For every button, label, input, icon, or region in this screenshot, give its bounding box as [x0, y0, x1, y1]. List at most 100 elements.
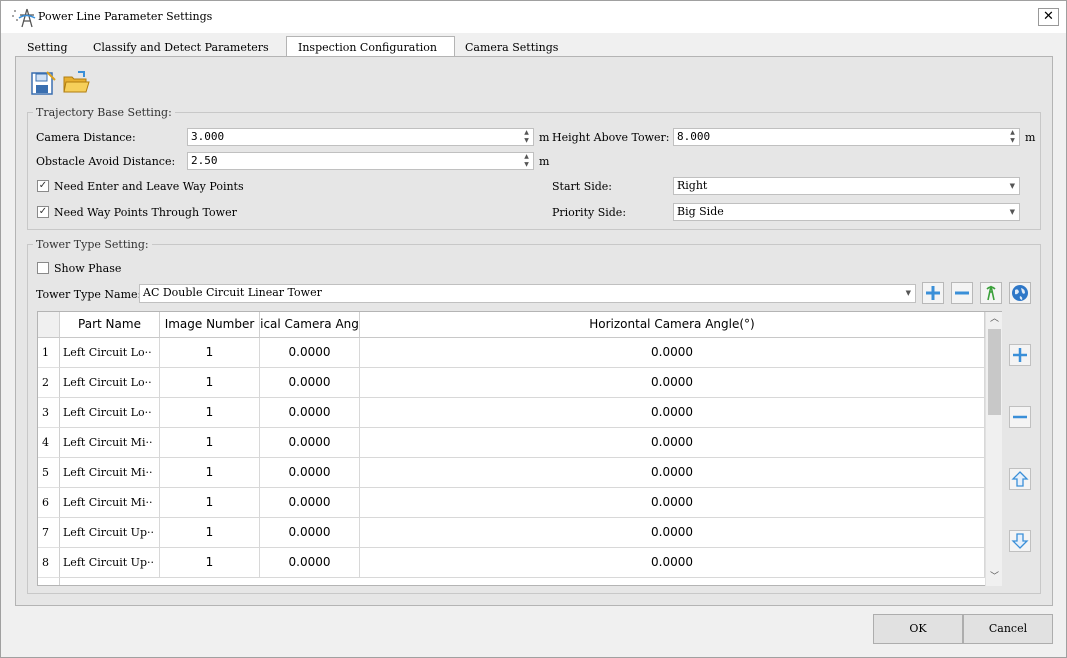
- cell-horizontal-angle[interactable]: 0.0000: [360, 488, 985, 518]
- need-through-tower-checkbox[interactable]: ✓: [37, 206, 49, 218]
- cell-image-number[interactable]: 1: [160, 428, 260, 458]
- chevron-down-icon: ▼: [1009, 182, 1015, 190]
- spin-arrows-icon[interactable]: ▲ ▼: [522, 153, 531, 169]
- cell-image-number[interactable]: 1: [160, 398, 260, 428]
- cell-part-name[interactable]: Left Circuit Mi··: [60, 428, 160, 458]
- priority-side-label: Priority Side:: [552, 206, 627, 219]
- add-tower-type-button[interactable]: [922, 282, 944, 304]
- start-side-value: Right: [677, 179, 708, 192]
- column-header-image-number[interactable]: Image Number: [160, 312, 260, 338]
- row-number-partial[interactable]: [38, 578, 60, 585]
- obstacle-avoid-distance-value: 2.50: [191, 154, 218, 167]
- cell-vertical-angle[interactable]: 0.0000: [260, 488, 360, 518]
- row-number[interactable]: 3: [38, 398, 60, 428]
- cell-horizontal-angle[interactable]: 0.0000: [360, 548, 985, 578]
- title-bar[interactable]: Power Line Parameter Settings ✕: [1, 1, 1066, 33]
- cell-part-name[interactable]: Left Circuit Mi··: [60, 458, 160, 488]
- ok-button[interactable]: OK: [873, 614, 963, 644]
- obstacle-avoid-distance-unit: m: [539, 155, 550, 168]
- cell-image-number[interactable]: 1: [160, 338, 260, 368]
- cell-vertical-angle[interactable]: 0.0000: [260, 458, 360, 488]
- open-folder-button[interactable]: [61, 68, 91, 98]
- camera-distance-value: 3.000: [191, 130, 225, 143]
- cell-image-number[interactable]: 1: [160, 488, 260, 518]
- spin-arrows-icon[interactable]: ▲ ▼: [522, 129, 531, 145]
- cell-part-name[interactable]: Left Circuit Up··: [60, 548, 160, 578]
- show-phase-label: Show Phase: [54, 262, 122, 275]
- column-header-part-name[interactable]: Part Name: [60, 312, 160, 338]
- spin-arrows-icon[interactable]: ▲ ▼: [1008, 129, 1017, 145]
- save-button[interactable]: [29, 68, 59, 98]
- column-header-horizontal-camera-angle[interactable]: Horizontal Camera Angle(°): [360, 312, 985, 338]
- add-row-button[interactable]: [1009, 344, 1031, 366]
- cell-image-number[interactable]: 1: [160, 458, 260, 488]
- window-title: Power Line Parameter Settings: [38, 10, 213, 23]
- tab-label: Camera Settings: [465, 41, 559, 54]
- tab-classify-detect[interactable]: Classify and Detect Parameters: [93, 39, 269, 57]
- remove-row-button[interactable]: [1009, 406, 1031, 428]
- cell-horizontal-angle[interactable]: 0.0000: [360, 368, 985, 398]
- tab-camera-settings[interactable]: Camera Settings: [465, 39, 558, 57]
- parts-table[interactable]: Part Name Image Number ical Camera Ang H…: [37, 311, 1002, 586]
- globe-button[interactable]: [1009, 282, 1031, 304]
- cell-vertical-angle[interactable]: 0.0000: [260, 518, 360, 548]
- cell-part-name[interactable]: Left Circuit Up··: [60, 518, 160, 548]
- priority-side-select[interactable]: Big Side ▼: [673, 203, 1020, 221]
- scroll-up-icon[interactable]: ︿: [986, 312, 1003, 327]
- cell-part-name[interactable]: Left Circuit Lo··: [60, 338, 160, 368]
- trajectory-group-title: Trajectory Base Setting:: [33, 106, 175, 119]
- row-number[interactable]: 2: [38, 368, 60, 398]
- tab-inspection-configuration[interactable]: Inspection Configuration: [286, 36, 455, 56]
- close-button[interactable]: ✕: [1038, 8, 1059, 26]
- remove-tower-type-button[interactable]: [951, 282, 973, 304]
- cell-part-name[interactable]: Left Circuit Mi··: [60, 488, 160, 518]
- cell-image-number[interactable]: 1: [160, 518, 260, 548]
- cell-part-name[interactable]: Left Circuit Lo··: [60, 368, 160, 398]
- height-above-tower-input[interactable]: 8.000 ▲ ▼: [673, 128, 1020, 146]
- column-header-vertical-camera-angle[interactable]: ical Camera Ang: [260, 312, 360, 338]
- tab-setting[interactable]: Setting: [27, 39, 68, 57]
- scroll-down-icon[interactable]: ﹀: [986, 570, 1003, 585]
- table-corner[interactable]: [38, 312, 60, 338]
- cell-vertical-angle[interactable]: 0.0000: [260, 428, 360, 458]
- cell-image-number[interactable]: 1: [160, 548, 260, 578]
- start-side-select[interactable]: Right ▼: [673, 177, 1020, 195]
- cell-image-number[interactable]: 1: [160, 368, 260, 398]
- move-row-up-button[interactable]: [1009, 468, 1031, 490]
- obstacle-avoid-distance-input[interactable]: 2.50 ▲ ▼: [187, 152, 534, 170]
- plus-icon: [926, 286, 940, 300]
- row-number[interactable]: 1: [38, 338, 60, 368]
- cell-vertical-angle[interactable]: 0.0000: [260, 338, 360, 368]
- row-number[interactable]: 5: [38, 458, 60, 488]
- row-number[interactable]: 6: [38, 488, 60, 518]
- minus-icon: [955, 291, 969, 295]
- cancel-button[interactable]: Cancel: [963, 614, 1053, 644]
- tab-label: Setting: [27, 41, 68, 54]
- cell-vertical-angle[interactable]: 0.0000: [260, 368, 360, 398]
- checkmark-icon: ✓: [38, 206, 48, 217]
- table-vertical-scrollbar[interactable]: ︿ ﹀: [985, 312, 1002, 586]
- arrow-up-icon: [1011, 471, 1029, 487]
- cell-vertical-angle[interactable]: 0.0000: [260, 398, 360, 428]
- cell-horizontal-angle[interactable]: 0.0000: [360, 428, 985, 458]
- cell-horizontal-angle[interactable]: 0.0000: [360, 518, 985, 548]
- edit-tower-type-button[interactable]: [980, 282, 1002, 304]
- cell-part-name[interactable]: Left Circuit Lo··: [60, 398, 160, 428]
- scrollbar-thumb[interactable]: [988, 329, 1001, 415]
- cell-horizontal-angle[interactable]: 0.0000: [360, 458, 985, 488]
- need-enter-leave-checkbox[interactable]: ✓: [37, 180, 49, 192]
- camera-distance-input[interactable]: 3.000 ▲ ▼: [187, 128, 534, 146]
- cell-horizontal-angle[interactable]: 0.0000: [360, 398, 985, 428]
- tab-label: Classify and Detect Parameters: [93, 41, 269, 54]
- height-above-tower-value: 8.000: [677, 130, 711, 143]
- priority-side-value: Big Side: [677, 205, 724, 218]
- row-number[interactable]: 4: [38, 428, 60, 458]
- tower-type-name-label: Tower Type Name:: [36, 288, 142, 301]
- tower-type-name-select[interactable]: AC Double Circuit Linear Tower ▼: [139, 284, 916, 303]
- cell-horizontal-angle[interactable]: 0.0000: [360, 338, 985, 368]
- show-phase-checkbox[interactable]: [37, 262, 49, 274]
- row-number[interactable]: 8: [38, 548, 60, 578]
- move-row-down-button[interactable]: [1009, 530, 1031, 552]
- cell-vertical-angle[interactable]: 0.0000: [260, 548, 360, 578]
- row-number[interactable]: 7: [38, 518, 60, 548]
